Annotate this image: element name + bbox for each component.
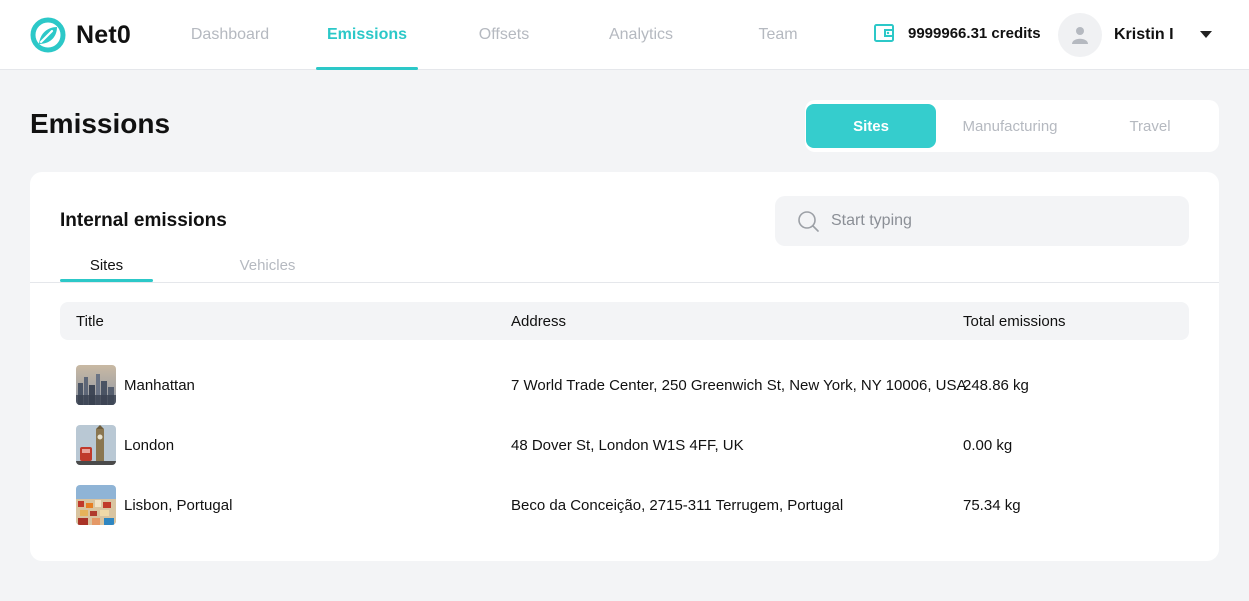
column-header-address[interactable]: Address	[511, 302, 566, 340]
user-menu[interactable]: Kristin I	[1058, 13, 1212, 57]
table-body: Manhattan 7 World Trade Center, 250 Gree…	[60, 355, 1189, 535]
user-name: Kristin I	[1114, 26, 1174, 43]
user-icon	[1072, 27, 1088, 44]
credits-text: 9999966.31 credits	[908, 24, 1041, 42]
credits-balance[interactable]: 9999966.31 credits	[873, 22, 1041, 44]
table-row[interactable]: Lisbon, Portugal Beco da Conceição, 2715…	[60, 475, 1189, 535]
brand-logo[interactable]: Net0	[30, 17, 131, 53]
sites-table: Title Address Total emissions Manhattan …	[60, 302, 1189, 535]
chevron-down-icon[interactable]	[1200, 31, 1212, 39]
column-header-total-emissions[interactable]: Total emissions	[963, 302, 1066, 340]
brand-name: Net0	[76, 20, 131, 49]
divider	[30, 282, 1219, 283]
search-input[interactable]	[831, 212, 1161, 230]
site-title: Manhattan	[124, 376, 195, 394]
nav-dashboard[interactable]: Dashboard	[160, 0, 300, 70]
net0-logo-icon	[30, 17, 66, 53]
site-title: Lisbon, Portugal	[124, 496, 233, 514]
nav-offsets[interactable]: Offsets	[434, 0, 574, 70]
emissions-category-switch: Sites Manufacturing Travel	[805, 100, 1219, 152]
subtab-vehicles[interactable]: Vehicles	[221, 248, 314, 282]
segment-sites[interactable]: Sites	[806, 104, 936, 148]
nav-emissions[interactable]: Emissions	[297, 0, 437, 70]
search-box[interactable]	[775, 196, 1189, 246]
segment-travel[interactable]: Travel	[1085, 104, 1215, 148]
segment-manufacturing[interactable]: Manufacturing	[945, 104, 1075, 148]
cell-title: London	[76, 415, 174, 475]
site-thumbnail-image	[76, 425, 116, 465]
table-row[interactable]: London 48 Dover St, London W1S 4FF, UK 0…	[60, 415, 1189, 475]
cell-address: 7 World Trade Center, 250 Greenwich St, …	[511, 376, 967, 394]
table-row[interactable]: Manhattan 7 World Trade Center, 250 Gree…	[60, 355, 1189, 415]
top-navigation-bar: Net0 Dashboard Emissions Offsets Analyti…	[0, 0, 1249, 70]
card-title: Internal emissions	[60, 210, 227, 231]
subtab-sites[interactable]: Sites	[60, 248, 153, 282]
site-thumbnail-image	[76, 365, 116, 405]
page-title: Emissions	[30, 108, 171, 139]
wallet-icon	[874, 24, 894, 42]
nav-team[interactable]: Team	[708, 0, 848, 70]
cell-total-emissions: 248.86 kg	[963, 376, 1029, 394]
internal-emissions-card: Internal emissions Sites Vehicles Title …	[30, 172, 1219, 561]
avatar[interactable]	[1058, 13, 1102, 57]
search-icon	[798, 211, 819, 232]
cell-title: Manhattan	[76, 355, 195, 415]
nav-analytics[interactable]: Analytics	[571, 0, 711, 70]
column-header-title[interactable]: Title	[76, 302, 104, 340]
cell-address: 48 Dover St, London W1S 4FF, UK	[511, 436, 744, 454]
site-title: London	[124, 436, 175, 454]
cell-total-emissions: 0.00 kg	[963, 436, 1013, 454]
cell-total-emissions: 75.34 kg	[963, 496, 1021, 514]
cell-address: Beco da Conceição, 2715-311 Terrugem, Po…	[511, 496, 844, 514]
table-header: Title Address Total emissions	[60, 302, 1189, 340]
cell-title: Lisbon, Portugal	[76, 475, 232, 535]
site-thumbnail-image	[76, 485, 116, 525]
